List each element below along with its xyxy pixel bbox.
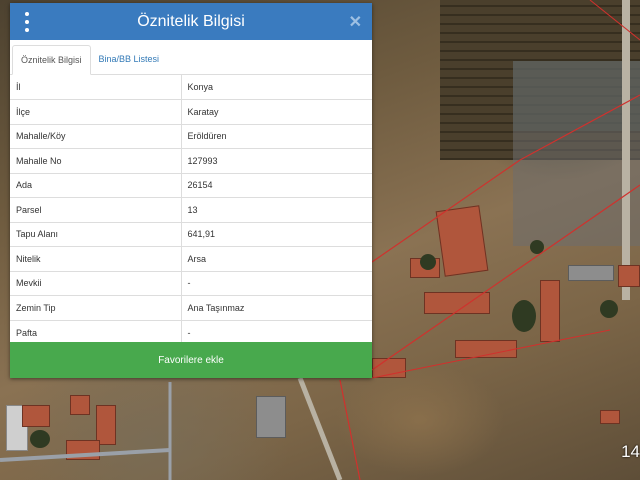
table-row: Pafta - [10,319,372,345]
attr-value: - [181,270,372,296]
table-row: Mevkii - [10,270,372,296]
map-road [297,377,343,480]
attr-value: Konya [187,82,214,92]
attr-key: Zemin Tip [10,295,182,320]
attr-key: İl [10,75,182,100]
attr-key: Mahalle/Köy [10,123,182,149]
attr-value: Ana Taşınmaz [181,295,372,320]
attr-key: Ada [10,172,182,198]
panel-header: Öznitelik Bilgisi ✕ [10,3,372,40]
attr-key: Nitelik [10,246,182,271]
table-row: Parsel 13 [10,197,372,222]
table-row: Tapu Alanı 641,91 [10,221,372,247]
tab-building-list[interactable]: Bina/BB Listesi [91,44,168,74]
vertical-dots-icon[interactable] [20,12,34,32]
attr-key: Mahalle No [10,148,182,173]
attr-value: 26154 [181,172,372,198]
attr-key: Tapu Alanı [10,221,182,247]
attr-value: 127993 [181,148,372,173]
panel-tabs: Öznitelik Bilgisi Bina/BB Listesi [10,44,372,75]
attr-key: Parsel [10,197,182,222]
parcel-line [519,94,640,161]
table-row: Mahalle No 127993 [10,148,372,173]
attr-value: Karatay [181,99,372,124]
tab-attribute-info[interactable]: Öznitelik Bilgisi [12,45,91,75]
attr-value: Arsa [181,246,372,271]
attr-value: Eröldüren [181,123,372,149]
attr-value: 641,91 [181,221,372,247]
attr-key: Mevkii [10,270,182,296]
table-row: Nitelik Arsa [10,246,372,271]
table-row: Zemin Tip Ana Taşınmaz [10,295,372,320]
attr-key: İlçe [10,99,182,124]
map-road [0,448,171,462]
table-row: İlçe Karatay [10,99,372,124]
parcel-line [339,379,361,480]
zoom-level-label: 14 [621,442,640,461]
parcel-line [371,184,640,371]
close-icon[interactable]: ✕ [349,12,362,32]
table-row: Mahalle/Köy Eröldüren [10,123,372,149]
attr-key: Pafta [10,319,182,345]
attribute-info-panel: Öznitelik Bilgisi ✕ Öznitelik Bilgisi Bi… [10,3,372,378]
attr-value: - [181,319,372,345]
parcel-line [371,159,521,263]
table-row: Ada 26154 [10,172,372,198]
attr-value: 13 [181,197,372,222]
parcel-line [589,0,640,41]
add-to-favorites-button[interactable]: Favorilere ekle [10,342,372,378]
attribute-table: İl Konya İlçe Karatay Mahalle/Köy Eröldüren… [10,75,372,345]
table-row: İl Konya [10,75,372,100]
parcel-line [371,329,611,379]
panel-title: Öznitelik Bilgisi [137,12,245,30]
